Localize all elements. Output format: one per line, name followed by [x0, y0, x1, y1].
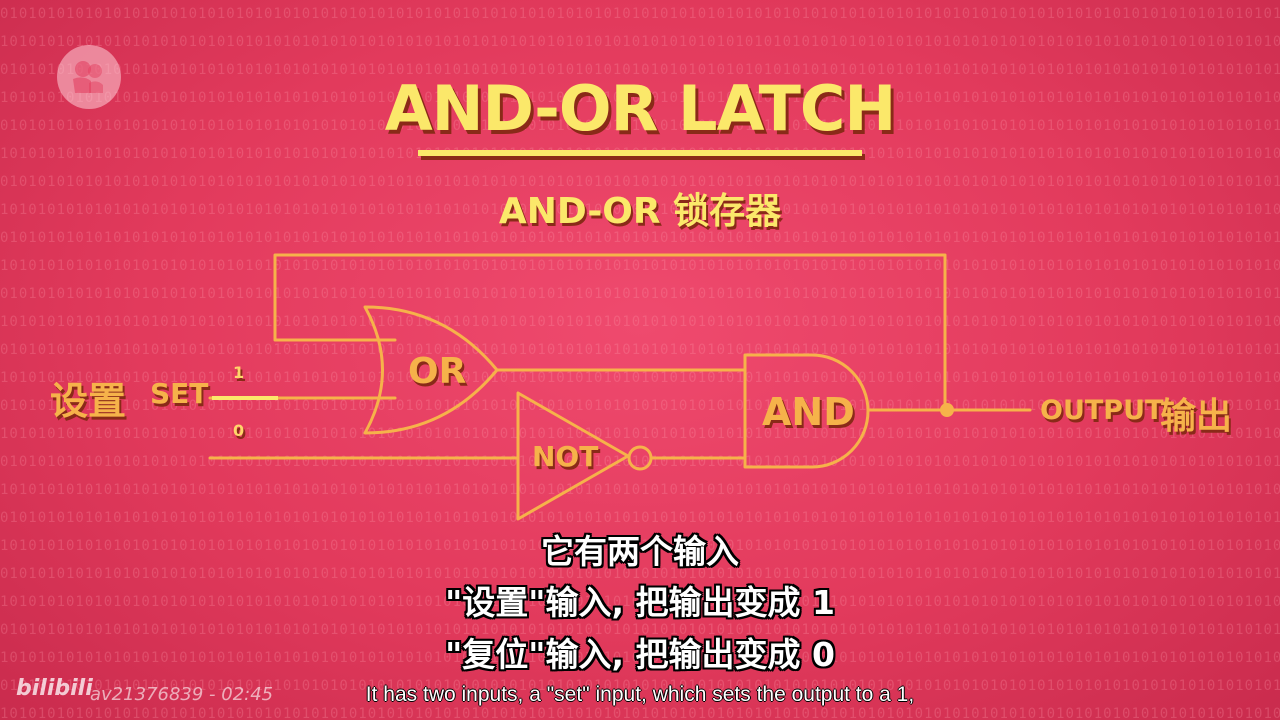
- output-label-en: OUTPUT: [1040, 395, 1164, 426]
- and-gate-label: AND: [762, 390, 855, 434]
- or-gate-label: OR: [408, 351, 467, 392]
- set-label-en: SET: [150, 377, 209, 410]
- set-bit-one: 1: [233, 363, 245, 382]
- subtitle-cn-line-3: "复位"输入, 把输出变成 0: [445, 635, 835, 674]
- junction-dot: [940, 403, 954, 417]
- video-id-watermark: av21376839 - 02:45: [90, 684, 274, 705]
- bilibili-logo: bilibili: [16, 676, 93, 701]
- output-label-cn: 输出: [1160, 396, 1233, 437]
- not-gate-label: NOT: [532, 440, 599, 473]
- subtitle-cn-line-1: 它有两个输入: [541, 532, 739, 571]
- not-gate-bubble: [627, 445, 653, 471]
- subtitle-cn-line-2: "设置"输入, 把输出变成 1: [445, 583, 835, 622]
- reset-bit-zero: 0: [233, 421, 245, 440]
- set-label-cn: 设置: [50, 379, 127, 423]
